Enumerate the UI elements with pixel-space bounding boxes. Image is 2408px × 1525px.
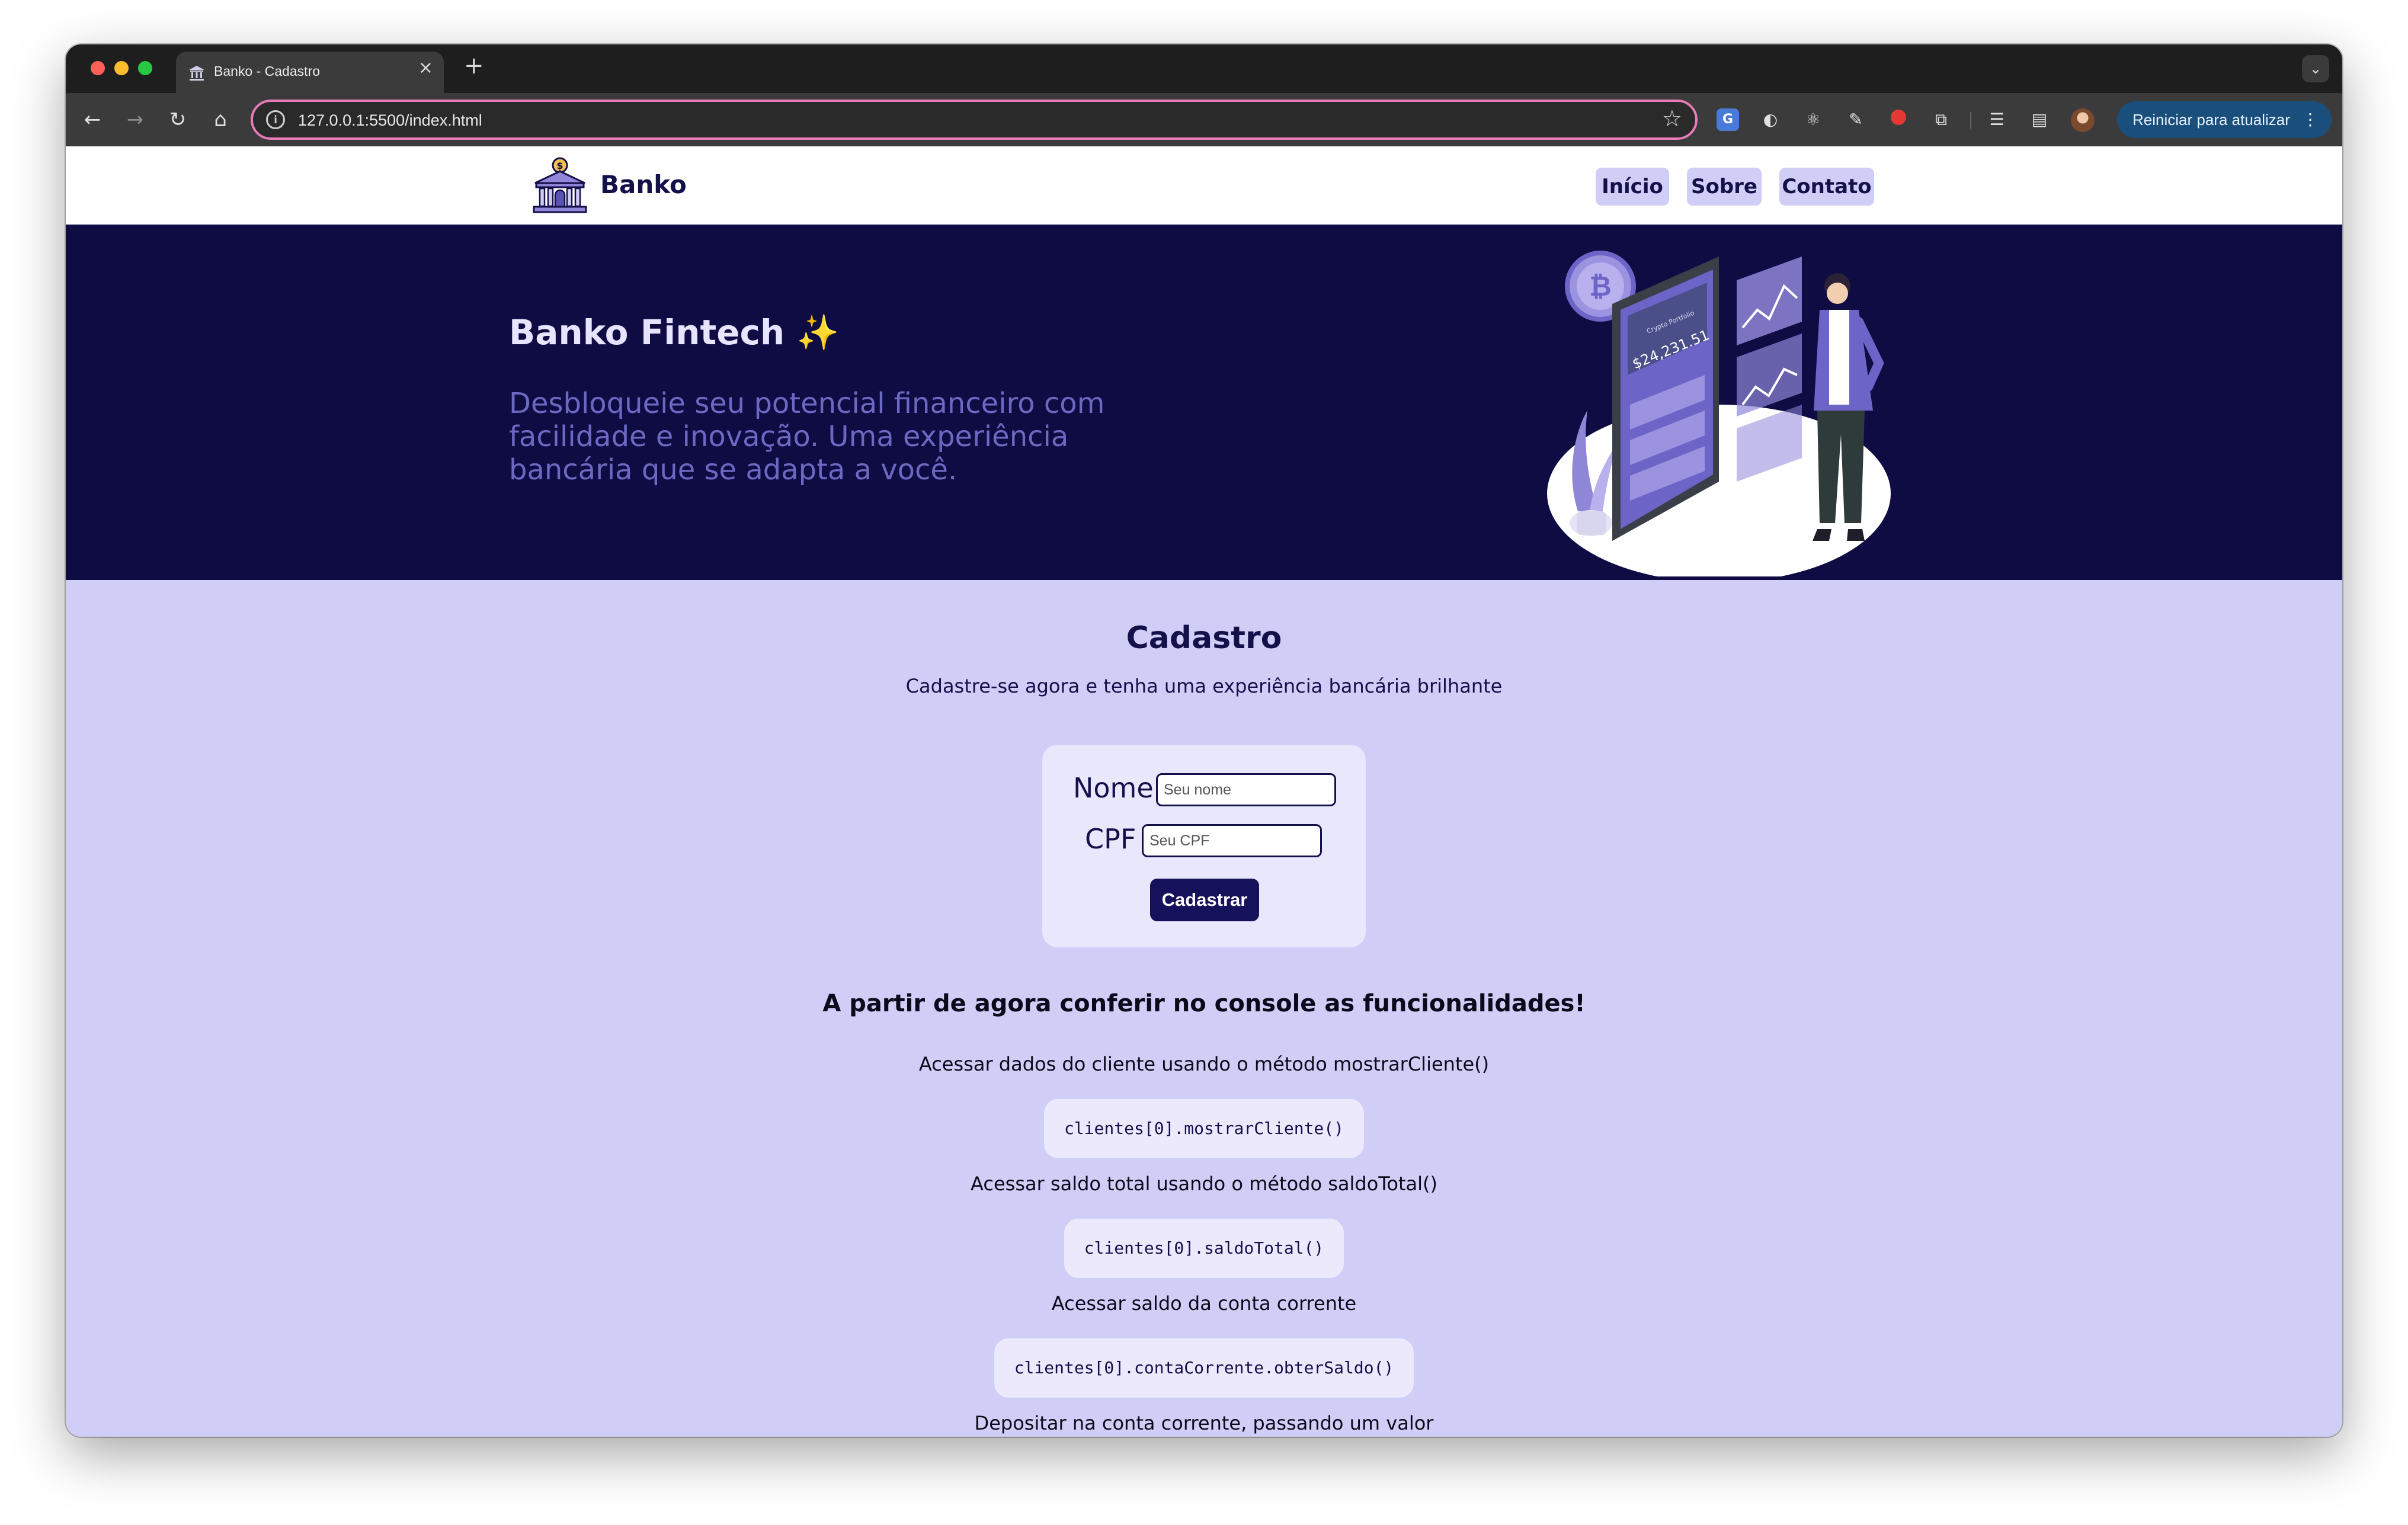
nav-link-sobre[interactable]: Sobre <box>1687 168 1762 206</box>
console-heading: A partir de agora conferir no console as… <box>822 990 1586 1017</box>
extensions-puzzle-icon[interactable]: ⧉ <box>1930 108 1952 131</box>
home-icon[interactable]: ⌂ <box>207 106 234 133</box>
extension-icon[interactable]: ◐ <box>1759 108 1782 131</box>
tab-bar: Banko - Cadastro × + ⌄ <box>66 44 2342 93</box>
code-snippet[interactable]: clientes[0].saldoTotal() <box>1064 1219 1344 1278</box>
new-tab-button[interactable]: + <box>464 54 484 78</box>
cpf-label: CPF <box>1085 823 1136 855</box>
tab-close-icon[interactable]: × <box>418 59 433 77</box>
hero-title: Banko Fintech ✨ <box>509 312 840 353</box>
update-button[interactable]: Reiniciar para atualizar ⋮ <box>2117 101 2332 138</box>
feature-description: Acessar saldo da conta corrente <box>1051 1292 1357 1315</box>
side-panel-icon[interactable]: ▤ <box>2028 108 2051 131</box>
nav-link-contato[interactable]: Contato <box>1779 168 1874 206</box>
url-text[interactable]: 127.0.0.1:5500/index.html <box>298 111 482 130</box>
fintech-illustration: ₿ $24,231.51 Crypto Portfolio <box>1547 251 1891 576</box>
code-box-row: clientes[0].contaCorrente.obterSaldo() <box>66 1338 2342 1398</box>
address-bar[interactable]: i 127.0.0.1:5500/index.html ☆ <box>251 100 1698 140</box>
cpf-input[interactable] <box>1142 824 1322 857</box>
forward-arrow-icon[interactable]: → <box>121 106 149 133</box>
site-info-icon[interactable]: i <box>266 110 285 129</box>
reading-list-icon[interactable]: ☰ <box>1986 108 2008 131</box>
hero-section: Banko Fintech ✨ Desbloqueie seu potencia… <box>66 225 2342 580</box>
feature-description: Acessar saldo total usando o método sald… <box>971 1172 1437 1195</box>
tab-search-button[interactable]: ⌄ <box>2302 55 2329 82</box>
signup-form: Nome CPF Cadastrar <box>1042 745 1366 947</box>
back-arrow-icon[interactable]: ← <box>79 106 106 133</box>
feature-description: Acessar dados do cliente usando o método… <box>918 1053 1490 1075</box>
profile-avatar[interactable] <box>2071 108 2095 132</box>
code-snippet[interactable]: clientes[0].contaCorrente.obterSaldo() <box>994 1338 1414 1398</box>
window-maximize-button[interactable] <box>138 61 152 75</box>
window-minimize-button[interactable] <box>114 61 129 75</box>
svg-text:₿: ₿ <box>1589 270 1612 302</box>
browser-toolbar: ← → ↻ ⌂ i 127.0.0.1:5500/index.html ☆ G … <box>66 93 2342 146</box>
code-box-row: clientes[0].saldoTotal() <box>66 1219 2342 1278</box>
menu-dots-icon: ⋮ <box>2302 110 2319 129</box>
react-devtools-icon[interactable]: ⚛ <box>1802 108 1824 131</box>
web-page: $ Banko Início Sobre Contato Banko Finte… <box>66 146 2342 1437</box>
pen-extension-icon[interactable]: ✎ <box>1845 108 1867 131</box>
toolbar-divider <box>1970 112 1971 129</box>
site-header: $ Banko Início Sobre Contato <box>66 146 2342 225</box>
bookmark-star-icon[interactable]: ☆ <box>1662 105 1682 132</box>
cadastrar-button[interactable]: Cadastrar <box>1150 879 1259 921</box>
tab-title: Banko - Cadastro <box>214 63 320 79</box>
bank-favicon-icon <box>189 66 204 81</box>
nav-link-inicio[interactable]: Início <box>1596 168 1669 206</box>
browser-tab[interactable]: Banko - Cadastro × <box>176 52 444 93</box>
bank-logo-icon[interactable]: $ <box>530 156 590 215</box>
browser-window: Banko - Cadastro × + ⌄ ← → ↻ ⌂ i 127.0.0… <box>66 44 2342 1437</box>
hero-title-text: Banko Fintech <box>509 312 785 353</box>
reload-icon[interactable]: ↻ <box>164 106 191 133</box>
svg-text:$: $ <box>556 160 563 171</box>
translate-extension-icon[interactable]: G <box>1717 108 1739 131</box>
hero-subtitle: Desbloqueie seu potencial financeiro com… <box>509 387 1105 486</box>
cadastro-subtitle: Cadastre-se agora e tenha uma experiênci… <box>905 675 1503 697</box>
update-button-label: Reiniciar para atualizar <box>2132 111 2290 129</box>
feature-description: Depositar na conta corrente, passando um… <box>974 1412 1434 1434</box>
code-snippet[interactable]: clientes[0].mostrarCliente() <box>1043 1099 1364 1158</box>
red-extension-icon[interactable] <box>1887 108 1910 131</box>
brand-name[interactable]: Banko <box>600 170 687 199</box>
cadastro-title: Cadastro <box>1126 620 1282 656</box>
window-close-button[interactable] <box>91 61 105 75</box>
code-box-row: clientes[0].mostrarCliente() <box>66 1099 2342 1158</box>
nome-input[interactable] <box>1156 773 1336 806</box>
sparkle-icon: ✨ <box>796 312 840 353</box>
nome-label: Nome <box>1073 772 1154 804</box>
